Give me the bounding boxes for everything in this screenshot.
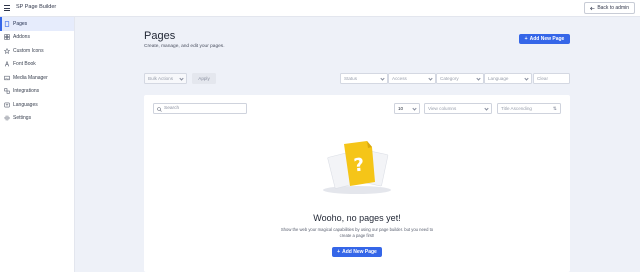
empty-pages-illustration: ? [323,141,391,194]
bulk-actions-select[interactable]: Bulk Actions [144,73,187,84]
sidebar-item-integrations[interactable]: Integrations [0,85,74,99]
category-filter[interactable]: Category [436,73,484,84]
sidebar-item-media-manager[interactable]: Media Manager [0,71,74,85]
back-arrow-icon [590,6,595,10]
search-placeholder: Search [164,106,180,111]
addons-icon [4,34,10,40]
per-page-value: 10 [398,106,404,111]
sidebar-item-label: Media Manager [13,74,48,81]
sidebar: Pages Addons Custom Icons Font Book Medi… [0,17,75,272]
sidebar-item-label: Font Book [13,61,36,68]
svg-text:?: ? [353,155,366,177]
chevron-down-icon [476,76,481,81]
search-icon [157,106,162,112]
sidebar-item-font-book[interactable]: Font Book [0,58,74,72]
chevron-down-icon [484,106,489,111]
chevron-down-icon [412,106,417,111]
back-to-admin-button[interactable]: Back to admin [584,2,635,14]
chevron-down-icon [380,76,385,81]
chevron-down-icon [179,76,184,81]
font-book-icon [4,61,10,67]
add-new-page-label: Add New Page [529,36,565,42]
chevron-down-icon [524,76,529,81]
page-subtitle: Create, manage, and edit your pages. [144,44,225,49]
empty-state-title: Wooho, no pages yet! [313,213,401,223]
bulk-actions-label: Bulk Actions [148,76,174,81]
page-title: Pages [144,30,176,42]
plus-icon: + [337,249,341,255]
sidebar-item-label: Addons [13,34,30,41]
sidebar-item-label: Languages [13,101,38,108]
apply-button[interactable]: Apply [192,73,216,84]
chevron-down-icon [428,76,433,81]
sidebar-item-label: Pages [13,20,28,27]
access-filter[interactable]: Access [388,73,436,84]
sidebar-item-settings[interactable]: Settings [0,112,74,126]
status-filter[interactable]: Status [340,73,388,84]
media-manager-icon [4,75,10,81]
pages-icon [4,21,10,27]
sidebar-item-addons[interactable]: Addons [0,31,74,45]
status-label: Status [344,76,358,81]
back-to-admin-label: Back to admin [597,5,629,11]
clear-button[interactable]: Clear [533,73,570,84]
custom-icons-icon [4,47,10,54]
sort-label: Title Ascending [501,106,532,111]
sort-select[interactable]: Title Ascending ⇅ [497,103,561,114]
empty-state-description: Show the web your magical capabilities b… [280,227,434,238]
category-label: Category [440,76,459,81]
sidebar-item-label: Custom Icons [13,47,44,54]
hamburger-menu-icon[interactable] [4,5,10,11]
languages-icon [4,102,10,108]
language-filter[interactable]: Language [484,73,532,84]
add-new-page-button-empty[interactable]: + Add New Page [332,247,382,257]
sidebar-item-languages[interactable]: Languages [0,98,74,112]
per-page-select[interactable]: 10 [394,103,420,114]
view-columns-label: View columns [428,106,457,111]
top-bar: SP Page Builder Back to admin [0,0,640,17]
pages-card: Search 10 View columns Title Ascending ⇅… [144,95,570,272]
search-input[interactable]: Search [153,103,247,114]
sidebar-item-custom-icons[interactable]: Custom Icons [0,44,74,58]
sidebar-item-label: Integrations [13,88,40,95]
integrations-icon [4,88,10,94]
plus-icon: + [524,36,528,42]
language-label: Language [488,76,509,81]
add-new-page-button[interactable]: + Add New Page [519,34,570,44]
add-new-page-label: Add New Page [342,249,377,255]
view-columns-select[interactable]: View columns [424,103,492,114]
sidebar-item-pages[interactable]: Pages [0,17,74,31]
sort-arrows-icon: ⇅ [552,106,557,112]
settings-icon [4,115,10,121]
access-label: Access [392,76,407,81]
app-title: SP Page Builder [16,4,57,10]
clear-label: Clear [537,76,548,81]
sidebar-item-label: Settings [13,115,32,122]
